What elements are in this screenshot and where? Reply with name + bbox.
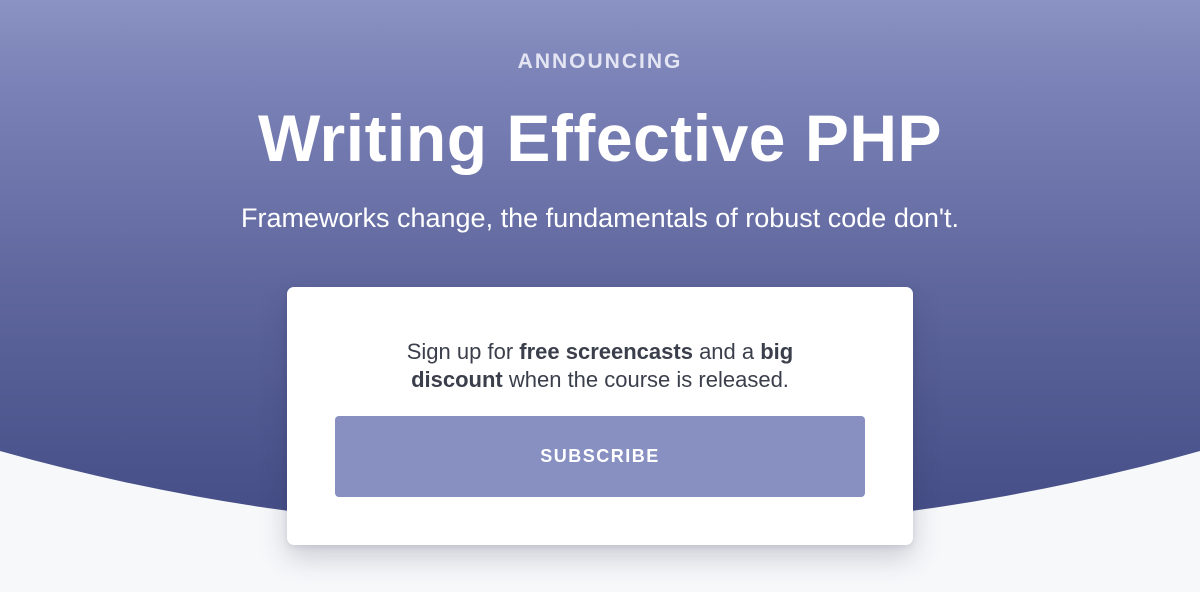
landing-page: ANNOUNCING Writing Effective PHP Framewo… (0, 0, 1200, 592)
signup-text-part-1: Sign up for (406, 339, 520, 364)
signup-text-part-3: when the course is released. (502, 367, 789, 392)
signup-bold-big: big (760, 339, 794, 364)
subscribe-button[interactable]: SUBSCRIBE (335, 416, 865, 497)
page-title: Writing Effective PHP (257, 101, 943, 175)
signup-bold-discount: discount (411, 367, 503, 392)
page-subtitle: Frameworks change, the fundamentals of r… (240, 203, 960, 233)
signup-description: Sign up for free screencasts and a big di… (287, 338, 913, 394)
announcement-eyebrow: ANNOUNCING (517, 50, 683, 73)
signup-bold-free-screencasts: free screencasts (519, 339, 693, 364)
signup-text-part-2: and a (692, 339, 761, 364)
signup-card: Sign up for free screencasts and a big di… (287, 287, 913, 545)
